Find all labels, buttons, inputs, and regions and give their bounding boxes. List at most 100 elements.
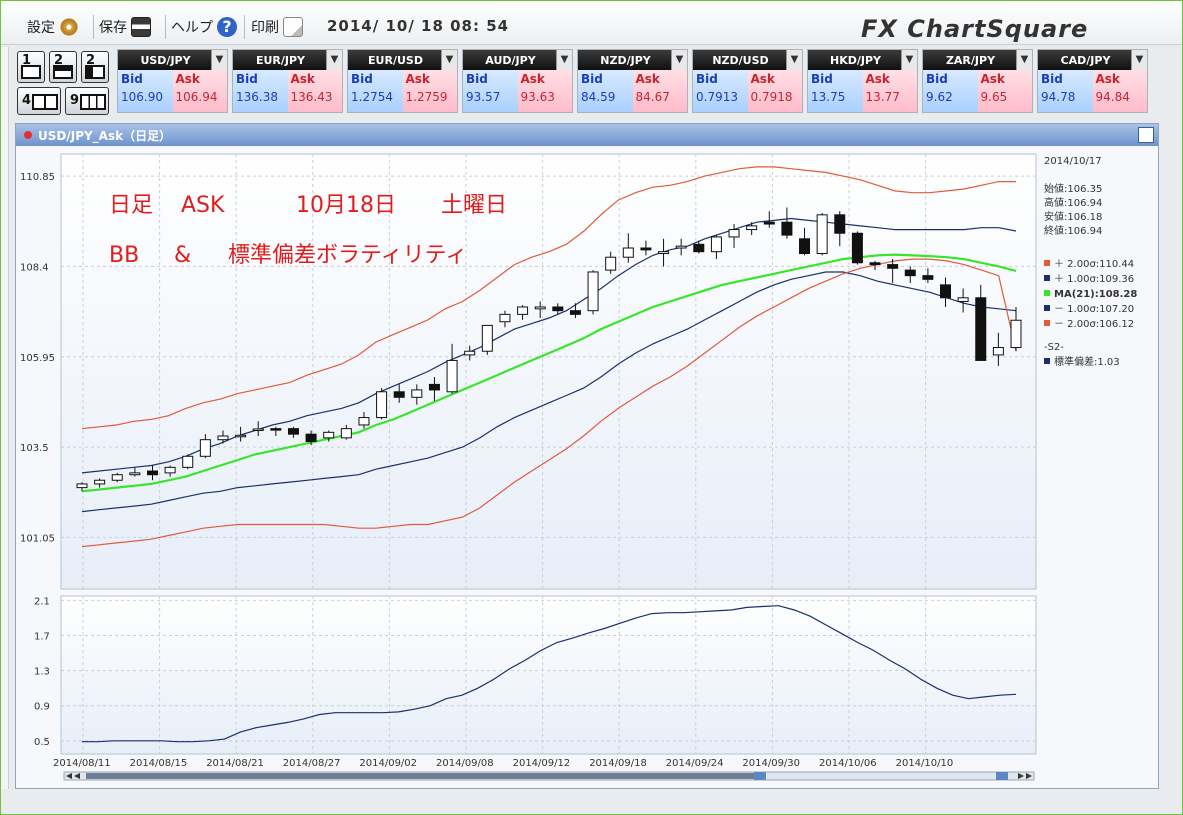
candle-body — [799, 238, 811, 255]
currency-pair-nzd-jpy[interactable]: NZD/JPY ▼ Bid 84.59 Ask 84.67 — [577, 49, 688, 113]
ask-cell[interactable]: Ask 106.94 — [172, 70, 227, 112]
ask-cell[interactable]: Ask 84.67 — [632, 70, 687, 112]
candle-body — [481, 324, 493, 352]
candle-body — [252, 428, 264, 432]
pair-header[interactable]: EUR/JPY ▼ — [233, 50, 342, 70]
layout-1-button[interactable]: 1 — [17, 51, 45, 83]
x-tick-label: 2014/10/10 — [896, 758, 954, 769]
bottom-bar — [1, 791, 1182, 814]
bid-cell[interactable]: Bid 136.38 — [233, 70, 288, 112]
layout-9-button[interactable]: 9 — [65, 87, 109, 115]
ask-cell[interactable]: Ask 0.7918 — [747, 70, 802, 112]
dropdown-triangle-icon[interactable]: ▼ — [1016, 50, 1032, 70]
ask-cell[interactable]: Ask 1.2759 — [402, 70, 457, 112]
legend-swatch — [1044, 275, 1050, 281]
pair-header[interactable]: CAD/JPY ▼ — [1038, 50, 1147, 70]
print-button[interactable]: 印刷 — [251, 15, 303, 39]
bid-cell[interactable]: Bid 93.57 — [463, 70, 518, 112]
pair-header[interactable]: AUD/JPY ▼ — [463, 50, 572, 70]
candle-body — [922, 275, 934, 280]
currency-pair-nzd-usd[interactable]: NZD/USD ▼ Bid 0.7913 Ask 0.7918 — [692, 49, 803, 113]
currency-pair-zar-jpy[interactable]: ZAR/JPY ▼ Bid 9.62 Ask 9.65 — [922, 49, 1033, 113]
ask-label: Ask — [175, 72, 200, 86]
bid-label: Bid — [1041, 72, 1063, 86]
bid-cell[interactable]: Bid 106.90 — [118, 70, 173, 112]
candle-body — [164, 466, 176, 474]
bid-cell[interactable]: Bid 13.75 — [808, 70, 863, 112]
pair-header[interactable]: EUR/USD ▼ — [348, 50, 457, 70]
ask-cell[interactable]: Ask 93.63 — [517, 70, 572, 112]
maximize-icon[interactable] — [1138, 127, 1154, 143]
bid-value: 84.59 — [581, 90, 616, 104]
currency-pair-cad-jpy[interactable]: CAD/JPY ▼ Bid 94.78 Ask 94.84 — [1037, 49, 1148, 113]
ask-value: 0.7918 — [750, 90, 793, 104]
candle-body — [851, 232, 863, 264]
candle-body — [975, 297, 987, 361]
layout-2-vertical-button[interactable]: 2 — [81, 51, 109, 83]
ask-label: Ask — [405, 72, 430, 86]
bid-value: 13.75 — [811, 90, 846, 104]
candle-body — [710, 236, 722, 253]
dropdown-triangle-icon[interactable]: ▼ — [901, 50, 917, 70]
bid-cell[interactable]: Bid 94.78 — [1038, 70, 1093, 112]
pair-header[interactable]: ZAR/JPY ▼ — [923, 50, 1032, 70]
bid-cell[interactable]: Bid 1.2754 — [348, 70, 403, 112]
top-toolbar: 設定 保存 ヘルプ ? 印刷 2014/ 10/ 18 08: 54 FX Ch… — [1, 1, 1182, 45]
ask-cell[interactable]: Ask 136.43 — [287, 70, 342, 112]
candle-body — [1010, 319, 1022, 349]
pair-name: NZD/USD — [712, 53, 769, 67]
layout-4-button[interactable]: 4 — [17, 87, 61, 115]
currency-pair-eur-jpy[interactable]: EUR/JPY ▼ Bid 136.38 Ask 136.43 — [232, 49, 343, 113]
chart-canvas[interactable]: 101.05 103.5 105.95 108.4 110.85 2014/08/11 20… — [16, 146, 1158, 788]
pair-header[interactable]: NZD/USD ▼ — [693, 50, 802, 70]
y-tick-label: 105.95 — [20, 353, 55, 364]
x-tick-label: 2014/09/30 — [742, 758, 800, 769]
currency-pair-usd-jpy[interactable]: USD/JPY ▼ Bid 106.90 Ask 106.94 — [117, 49, 228, 113]
ask-value: 9.65 — [980, 90, 1008, 104]
dropdown-triangle-icon[interactable]: ▼ — [441, 50, 457, 70]
help-button[interactable]: ヘルプ ? — [171, 15, 237, 39]
candle-body — [111, 474, 123, 481]
dropdown-triangle-icon[interactable]: ▼ — [556, 50, 572, 70]
settings-button[interactable]: 設定 — [27, 15, 79, 39]
currency-pair-hkd-jpy[interactable]: HKD/JPY ▼ Bid 13.75 Ask 13.77 — [807, 49, 918, 113]
legend-label: MA(21):108.28 — [1054, 289, 1137, 300]
candle-body — [411, 389, 423, 398]
dropdown-triangle-icon[interactable]: ▼ — [211, 50, 227, 70]
y-tick-label: 1.3 — [34, 667, 50, 678]
candle-body — [182, 455, 194, 468]
bid-cell[interactable]: Bid 84.59 — [578, 70, 633, 112]
candle-body — [499, 313, 511, 323]
floppy-disk-icon — [131, 17, 151, 37]
x-tick-label: 2014/09/02 — [359, 758, 417, 769]
pair-header[interactable]: USD/JPY ▼ — [118, 50, 227, 70]
dropdown-triangle-icon[interactable]: ▼ — [1131, 50, 1147, 70]
candle-body — [569, 310, 581, 315]
bid-cell[interactable]: Bid 0.7913 — [693, 70, 748, 112]
pair-header[interactable]: NZD/JPY ▼ — [578, 50, 687, 70]
currency-pair-eur-usd[interactable]: EUR/USD ▼ Bid 1.2754 Ask 1.2759 — [347, 49, 458, 113]
currency-pair-aud-jpy[interactable]: AUD/JPY ▼ Bid 93.57 Ask 93.63 — [462, 49, 573, 113]
candle-body — [763, 221, 775, 225]
layout-number: 4 — [22, 93, 32, 108]
bid-value: 9.62 — [926, 90, 953, 104]
ask-cell[interactable]: Ask 13.77 — [862, 70, 917, 112]
candle-body — [534, 306, 546, 310]
two-pane-icon — [53, 65, 73, 79]
dropdown-triangle-icon[interactable]: ▼ — [326, 50, 342, 70]
bid-cell[interactable]: Bid 9.62 — [923, 70, 978, 112]
pair-name: NZD/JPY — [600, 53, 651, 67]
pair-name: AUD/JPY — [485, 53, 536, 67]
layout-2-horizontal-button[interactable]: 2 — [49, 51, 77, 83]
ask-cell[interactable]: Ask 94.84 — [1092, 70, 1147, 112]
scrollbar-thumb — [86, 773, 761, 779]
dropdown-triangle-icon[interactable]: ▼ — [671, 50, 687, 70]
save-button[interactable]: 保存 — [99, 15, 151, 39]
bid-value: 106.90 — [121, 90, 163, 104]
pair-header[interactable]: HKD/JPY ▼ — [808, 50, 917, 70]
ask-cell[interactable]: Ask 9.65 — [977, 70, 1032, 112]
candle-body — [199, 439, 211, 457]
annotation-text: 日足 — [109, 193, 153, 218]
dropdown-triangle-icon[interactable]: ▼ — [786, 50, 802, 70]
pair-name: CAD/JPY — [1060, 53, 1111, 67]
